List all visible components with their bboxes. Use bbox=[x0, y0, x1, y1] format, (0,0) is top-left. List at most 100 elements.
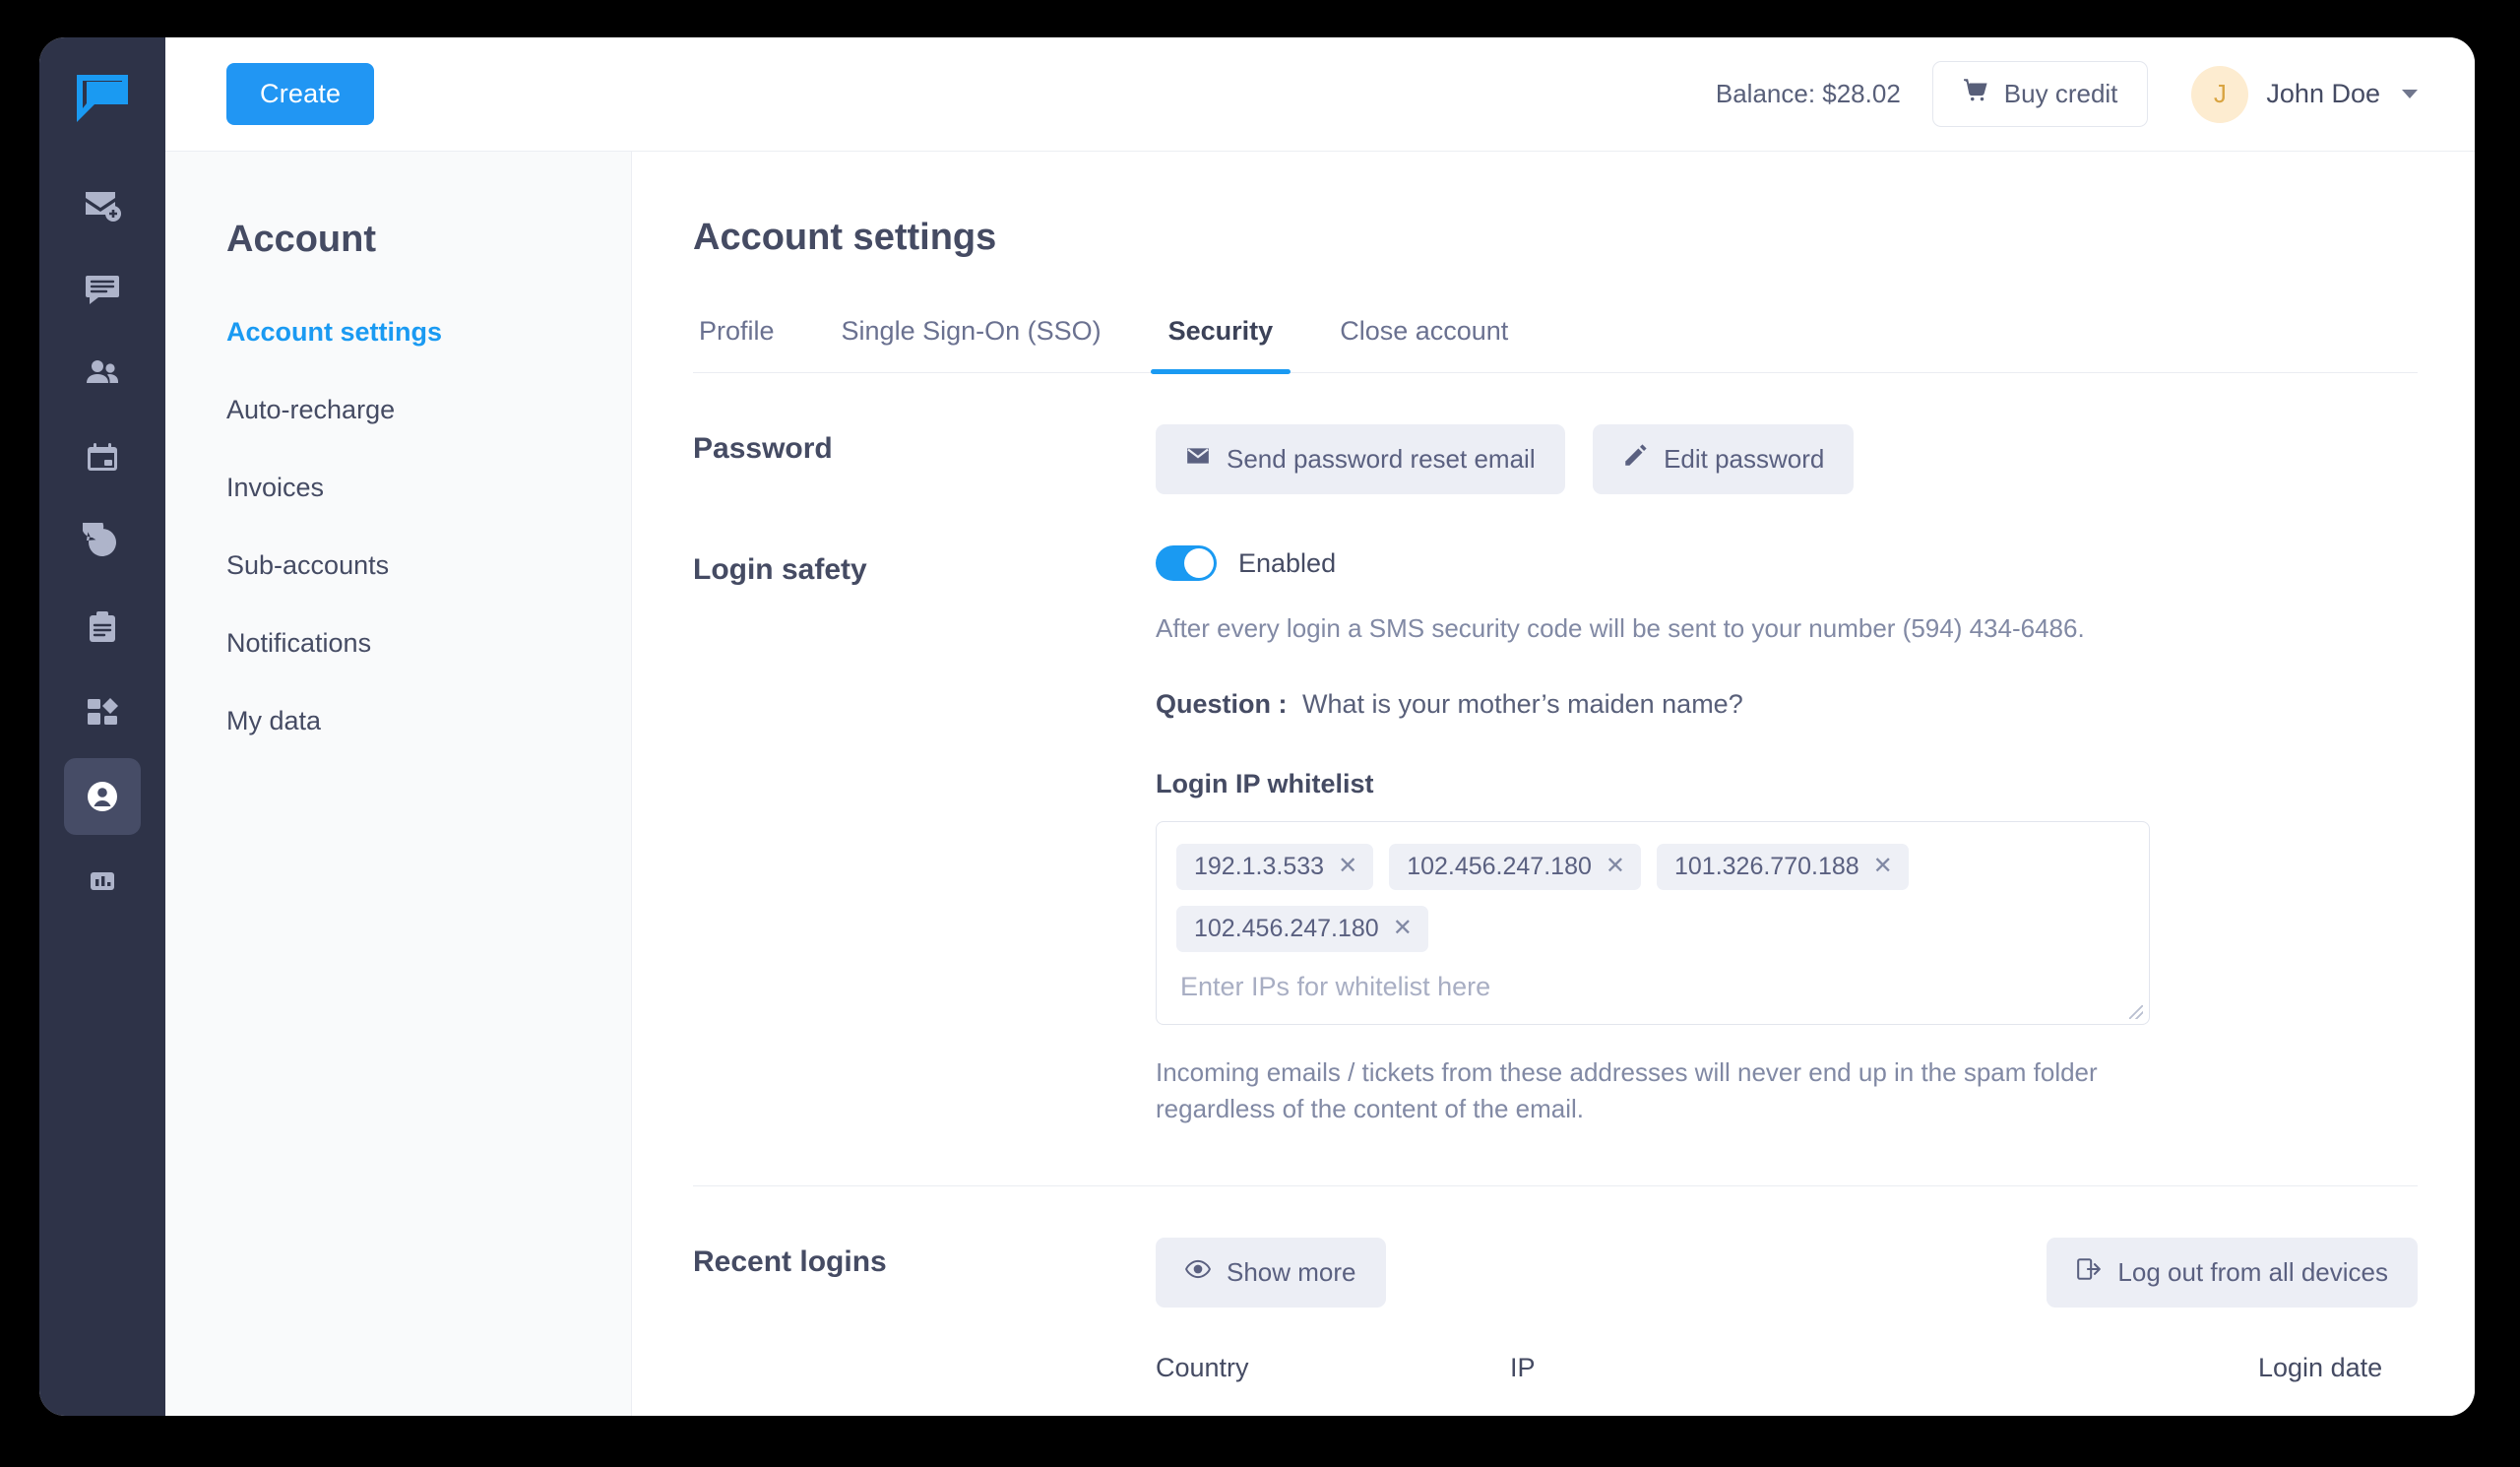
chevron-down-icon bbox=[2402, 90, 2418, 98]
password-label: Password bbox=[693, 432, 833, 465]
tab-profile[interactable]: Profile bbox=[693, 306, 781, 372]
security-question-value: What is your mother’s maiden name? bbox=[1302, 688, 1743, 719]
top-bar: Create Balance: $28.02 Buy credit J John… bbox=[165, 37, 2475, 152]
column-header-country: Country bbox=[1156, 1353, 1249, 1383]
security-question-row: Question : What is your mother’s maiden … bbox=[1156, 689, 2418, 720]
edit-password-label: Edit password bbox=[1664, 444, 1825, 474]
remove-chip-icon[interactable]: ✕ bbox=[1873, 855, 1893, 878]
sidebar-item-account[interactable] bbox=[64, 758, 141, 835]
whitelist-chip[interactable]: 102.456.247.180 ✕ bbox=[1176, 905, 1428, 952]
account-sidebar: Account Account settings Auto-recharge I… bbox=[165, 152, 632, 1416]
tab-security[interactable]: Security bbox=[1150, 306, 1291, 374]
login-safety-toggle[interactable] bbox=[1156, 545, 1217, 581]
whitelist-chip-label: 192.1.3.533 bbox=[1194, 852, 1325, 880]
right-pane: Create Balance: $28.02 Buy credit J John… bbox=[165, 37, 2475, 1416]
whitelist-chip[interactable]: 102.456.247.180 ✕ bbox=[1389, 843, 1641, 890]
tab-close-account[interactable]: Close account bbox=[1334, 306, 1514, 372]
user-menu[interactable]: J John Doe bbox=[2191, 65, 2418, 123]
apps-icon bbox=[83, 692, 122, 732]
recent-logins-label: Recent logins bbox=[693, 1245, 887, 1279]
login-safety-toggle-row: Enabled bbox=[1156, 545, 2418, 581]
remove-chip-icon[interactable]: ✕ bbox=[1606, 855, 1625, 878]
whitelist-chip-label: 102.456.247.180 bbox=[1194, 914, 1379, 942]
show-more-button[interactable]: Show more bbox=[1156, 1238, 1386, 1308]
sidebar-item-history[interactable] bbox=[64, 504, 141, 581]
account-icon bbox=[83, 777, 122, 816]
whitelist-chip[interactable]: 192.1.3.533 ✕ bbox=[1176, 843, 1374, 890]
sidebar-item-reports[interactable] bbox=[64, 843, 141, 920]
history-icon bbox=[83, 523, 122, 562]
calendar-icon bbox=[83, 438, 122, 478]
sidebar-title: Account bbox=[226, 219, 376, 260]
sidebar-item-chat[interactable] bbox=[64, 250, 141, 327]
balance-label: Balance: $28.02 bbox=[1715, 79, 1901, 108]
avatar: J bbox=[2191, 65, 2249, 123]
whitelist-chip[interactable]: 101.326.770.188 ✕ bbox=[1656, 843, 1909, 890]
whitelist-note: Incoming emails / tickets from these add… bbox=[1156, 1056, 2098, 1124]
resize-handle[interactable] bbox=[2129, 1004, 2143, 1019]
login-safety-section: Login safety Enabled After every login a… bbox=[693, 494, 2418, 1128]
user-name: John Doe bbox=[2266, 79, 2380, 108]
sidebar-item-calendar[interactable] bbox=[64, 419, 141, 496]
toggle-knob bbox=[1184, 548, 1214, 578]
contacts-icon bbox=[83, 353, 122, 393]
password-actions: Send password reset email Edit password bbox=[1156, 424, 2418, 494]
whitelist-chips: 192.1.3.533 ✕ 102.456.247.180 ✕ 101.326.… bbox=[1176, 843, 2127, 952]
settings-tabs: Profile Single Sign-On (SSO) Security Cl… bbox=[693, 306, 2418, 374]
table-head: Country IP Login date bbox=[1156, 1353, 2418, 1416]
buy-credit-label: Buy credit bbox=[2003, 79, 2118, 108]
sidebar-item-notifications[interactable]: Notifications bbox=[226, 613, 631, 673]
recent-logins-section: Recent logins Show more Log out from all… bbox=[693, 1186, 2418, 1416]
sidebar-item-contacts[interactable] bbox=[64, 335, 141, 412]
edit-password-button[interactable]: Edit password bbox=[1593, 424, 1855, 494]
send-password-reset-button[interactable]: Send password reset email bbox=[1156, 424, 1565, 494]
recent-logins-table: Country IP Login date bbox=[1156, 1353, 2418, 1416]
show-more-label: Show more bbox=[1227, 1257, 1356, 1288]
sidebar-item-auto-recharge[interactable]: Auto-recharge bbox=[226, 380, 631, 440]
logout-all-devices-button[interactable]: Log out from all devices bbox=[2047, 1238, 2418, 1308]
sidebar-item-invoices[interactable]: Invoices bbox=[226, 458, 631, 518]
recent-logins-toolbar: Show more Log out from all devices bbox=[1156, 1238, 2418, 1308]
login-safety-toggle-label: Enabled bbox=[1238, 547, 1337, 578]
tab-sso[interactable]: Single Sign-On (SSO) bbox=[836, 306, 1107, 372]
chat-icon bbox=[83, 269, 122, 308]
sidebar-item-clipboard[interactable] bbox=[64, 589, 141, 666]
login-safety-body: Enabled After every login a SMS security… bbox=[1156, 545, 2418, 1128]
app-logo[interactable] bbox=[75, 73, 130, 124]
sidebar-item-my-data[interactable]: My data bbox=[226, 691, 631, 751]
app-window: Create Balance: $28.02 Buy credit J John… bbox=[39, 37, 2475, 1416]
main-content: Account settings Profile Single Sign-On … bbox=[632, 152, 2475, 1416]
reports-icon bbox=[83, 861, 122, 901]
security-question-label: Question : bbox=[1156, 688, 1288, 719]
whitelist-input[interactable] bbox=[1176, 965, 2127, 1002]
eye-icon bbox=[1185, 1256, 1211, 1289]
whitelist-chip-label: 102.456.247.180 bbox=[1407, 852, 1592, 880]
page-title: Account settings bbox=[693, 217, 997, 258]
recent-logins-body: Show more Log out from all devices Count… bbox=[1156, 1238, 2418, 1416]
whitelist-chip-label: 101.326.770.188 bbox=[1673, 852, 1859, 880]
sidebar-item-apps[interactable] bbox=[64, 673, 141, 750]
logout-icon bbox=[2076, 1256, 2102, 1289]
logout-all-devices-label: Log out from all devices bbox=[2117, 1257, 2388, 1288]
clipboard-icon bbox=[83, 607, 122, 647]
sms-note: After every login a SMS security code wi… bbox=[1156, 613, 2085, 643]
create-button[interactable]: Create bbox=[226, 63, 375, 125]
login-safety-label: Login safety bbox=[693, 553, 867, 586]
column-header-login-date: Login date bbox=[2258, 1353, 2383, 1383]
column-header-ip: IP bbox=[1510, 1353, 1536, 1383]
page-body: Account Account settings Auto-recharge I… bbox=[165, 152, 2475, 1416]
envelope-icon bbox=[1185, 443, 1211, 476]
sidebar-item-sub-accounts[interactable]: Sub-accounts bbox=[226, 536, 631, 596]
password-section: Password Send password reset email Edit … bbox=[693, 373, 2418, 494]
new-email-icon bbox=[83, 184, 122, 223]
remove-chip-icon[interactable]: ✕ bbox=[1338, 855, 1357, 878]
pencil-icon bbox=[1622, 443, 1648, 476]
remove-chip-icon[interactable]: ✕ bbox=[1393, 917, 1413, 940]
whitelist-title: Login IP whitelist bbox=[1156, 768, 1374, 798]
sidebar-item-new-email[interactable] bbox=[64, 165, 141, 242]
buy-credit-button[interactable]: Buy credit bbox=[1931, 61, 2149, 127]
sidebar-item-account-settings[interactable]: Account settings bbox=[226, 302, 631, 362]
icon-rail bbox=[39, 37, 165, 1416]
whitelist-box[interactable]: 192.1.3.533 ✕ 102.456.247.180 ✕ 101.326.… bbox=[1156, 820, 2150, 1025]
table-header-row: Country IP Login date bbox=[1156, 1353, 2418, 1416]
